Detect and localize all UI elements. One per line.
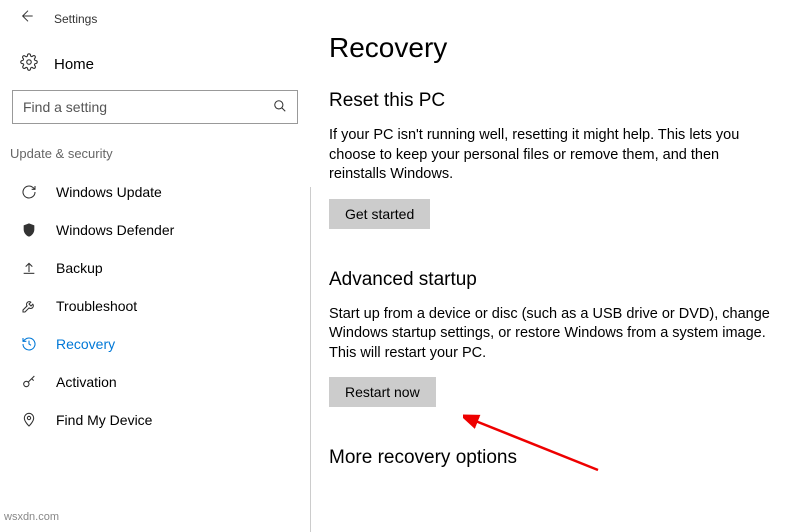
- sidebar-item-recovery[interactable]: Recovery: [6, 325, 304, 363]
- search-box[interactable]: [12, 90, 298, 124]
- reset-heading: Reset this PC: [329, 90, 770, 112]
- content-pane: Recovery Reset this PC If your PC isn't …: [310, 187, 800, 532]
- sidebar: Home Update & security Windows Update Wi…: [0, 37, 310, 532]
- reset-description: If your PC isn't running well, resetting…: [329, 126, 770, 185]
- watermark: wsxdn.com: [4, 511, 59, 523]
- sidebar-item-find-my-device[interactable]: Find My Device: [6, 401, 304, 439]
- sidebar-item-label: Find My Device: [56, 412, 152, 428]
- home-label: Home: [54, 56, 94, 73]
- history-icon: [20, 336, 38, 352]
- sidebar-item-label: Troubleshoot: [56, 298, 137, 314]
- restart-now-button[interactable]: Restart now: [329, 377, 436, 407]
- sync-icon: [20, 184, 38, 200]
- sidebar-item-label: Activation: [56, 374, 117, 390]
- section-label: Update & security: [6, 146, 304, 173]
- shield-icon: [20, 222, 38, 238]
- backup-icon: [20, 260, 38, 276]
- sidebar-item-backup[interactable]: Backup: [6, 249, 304, 287]
- wrench-icon: [20, 298, 38, 314]
- sidebar-item-troubleshoot[interactable]: Troubleshoot: [6, 287, 304, 325]
- sidebar-item-windows-update[interactable]: Windows Update: [6, 173, 304, 211]
- sidebar-item-activation[interactable]: Activation: [6, 363, 304, 401]
- key-icon: [20, 374, 38, 390]
- search-input[interactable]: [23, 99, 273, 115]
- search-icon: [273, 99, 287, 116]
- get-started-button[interactable]: Get started: [329, 199, 430, 229]
- sidebar-item-label: Recovery: [56, 336, 115, 352]
- reset-pc-section: Reset this PC If your PC isn't running w…: [329, 90, 770, 229]
- window-title: Settings: [54, 12, 97, 26]
- location-icon: [20, 412, 38, 428]
- gear-icon: [20, 53, 38, 76]
- advanced-description: Start up from a device or disc (such as …: [329, 305, 770, 364]
- page-title: Recovery: [329, 32, 770, 64]
- more-heading: More recovery options: [329, 447, 770, 469]
- sidebar-item-windows-defender[interactable]: Windows Defender: [6, 211, 304, 249]
- sidebar-item-label: Windows Update: [56, 184, 162, 200]
- home-button[interactable]: Home: [6, 47, 304, 90]
- advanced-heading: Advanced startup: [329, 269, 770, 291]
- sidebar-item-label: Windows Defender: [56, 222, 174, 238]
- back-arrow-icon[interactable]: [18, 8, 34, 29]
- sidebar-item-label: Backup: [56, 260, 103, 276]
- advanced-startup-section: Advanced startup Start up from a device …: [329, 269, 770, 408]
- more-recovery-section: More recovery options: [329, 447, 770, 469]
